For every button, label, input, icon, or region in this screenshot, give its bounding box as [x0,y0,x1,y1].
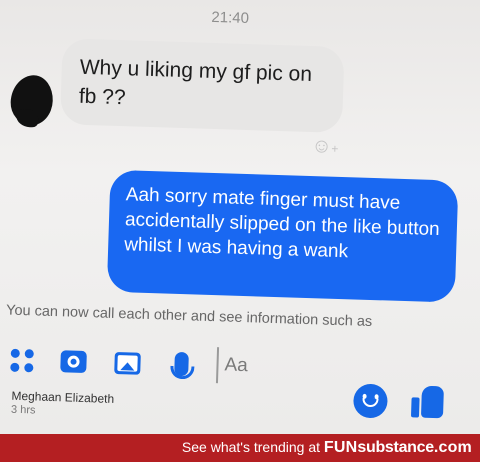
chat-view: 21:40 Why u liking my gf pic on fb ?? ☺ +… [0,0,480,434]
timestamp: 21:40 [211,8,250,28]
message-input[interactable]: Aa [215,347,407,390]
brand-fun: FUN [323,439,358,456]
info-notice: You can now call each other and see info… [5,302,373,331]
contact-info: Meghaan Elizabeth 3 hrs [11,389,115,419]
site-brand[interactable]: FUNsubstance.com [324,439,472,456]
footer-text: See what's trending at FUNsubstance.com [182,439,472,457]
footer-prefix: See what's trending at [181,439,321,455]
add-reaction-icon[interactable]: ☺ + [311,134,346,159]
brand-tld: .com [433,439,472,456]
outgoing-message-text: Aah sorry mate finger must have accident… [123,184,440,263]
emoji-icon[interactable] [352,383,388,419]
screenshot-photo: 21:40 Why u liking my gf pic on fb ?? ☺ +… [0,0,480,434]
camera-icon[interactable] [60,350,87,374]
incoming-message-text: Why u liking my gf pic on fb ?? [78,55,313,110]
brand-substance: substance [357,439,434,456]
watermark-footer: See what's trending at FUNsubstance.com [0,434,480,462]
mic-icon[interactable] [174,351,189,377]
outgoing-message-bubble[interactable]: Aah sorry mate finger must have accident… [106,169,459,303]
avatar[interactable] [9,74,54,126]
contact-time: 3 hrs [10,403,36,417]
like-icon[interactable] [411,385,446,418]
incoming-message-bubble[interactable]: Why u liking my gf pic on fb ?? [60,38,345,133]
message-input-placeholder: Aa [224,354,249,377]
apps-icon[interactable] [10,348,37,374]
photo-icon[interactable] [114,351,141,375]
